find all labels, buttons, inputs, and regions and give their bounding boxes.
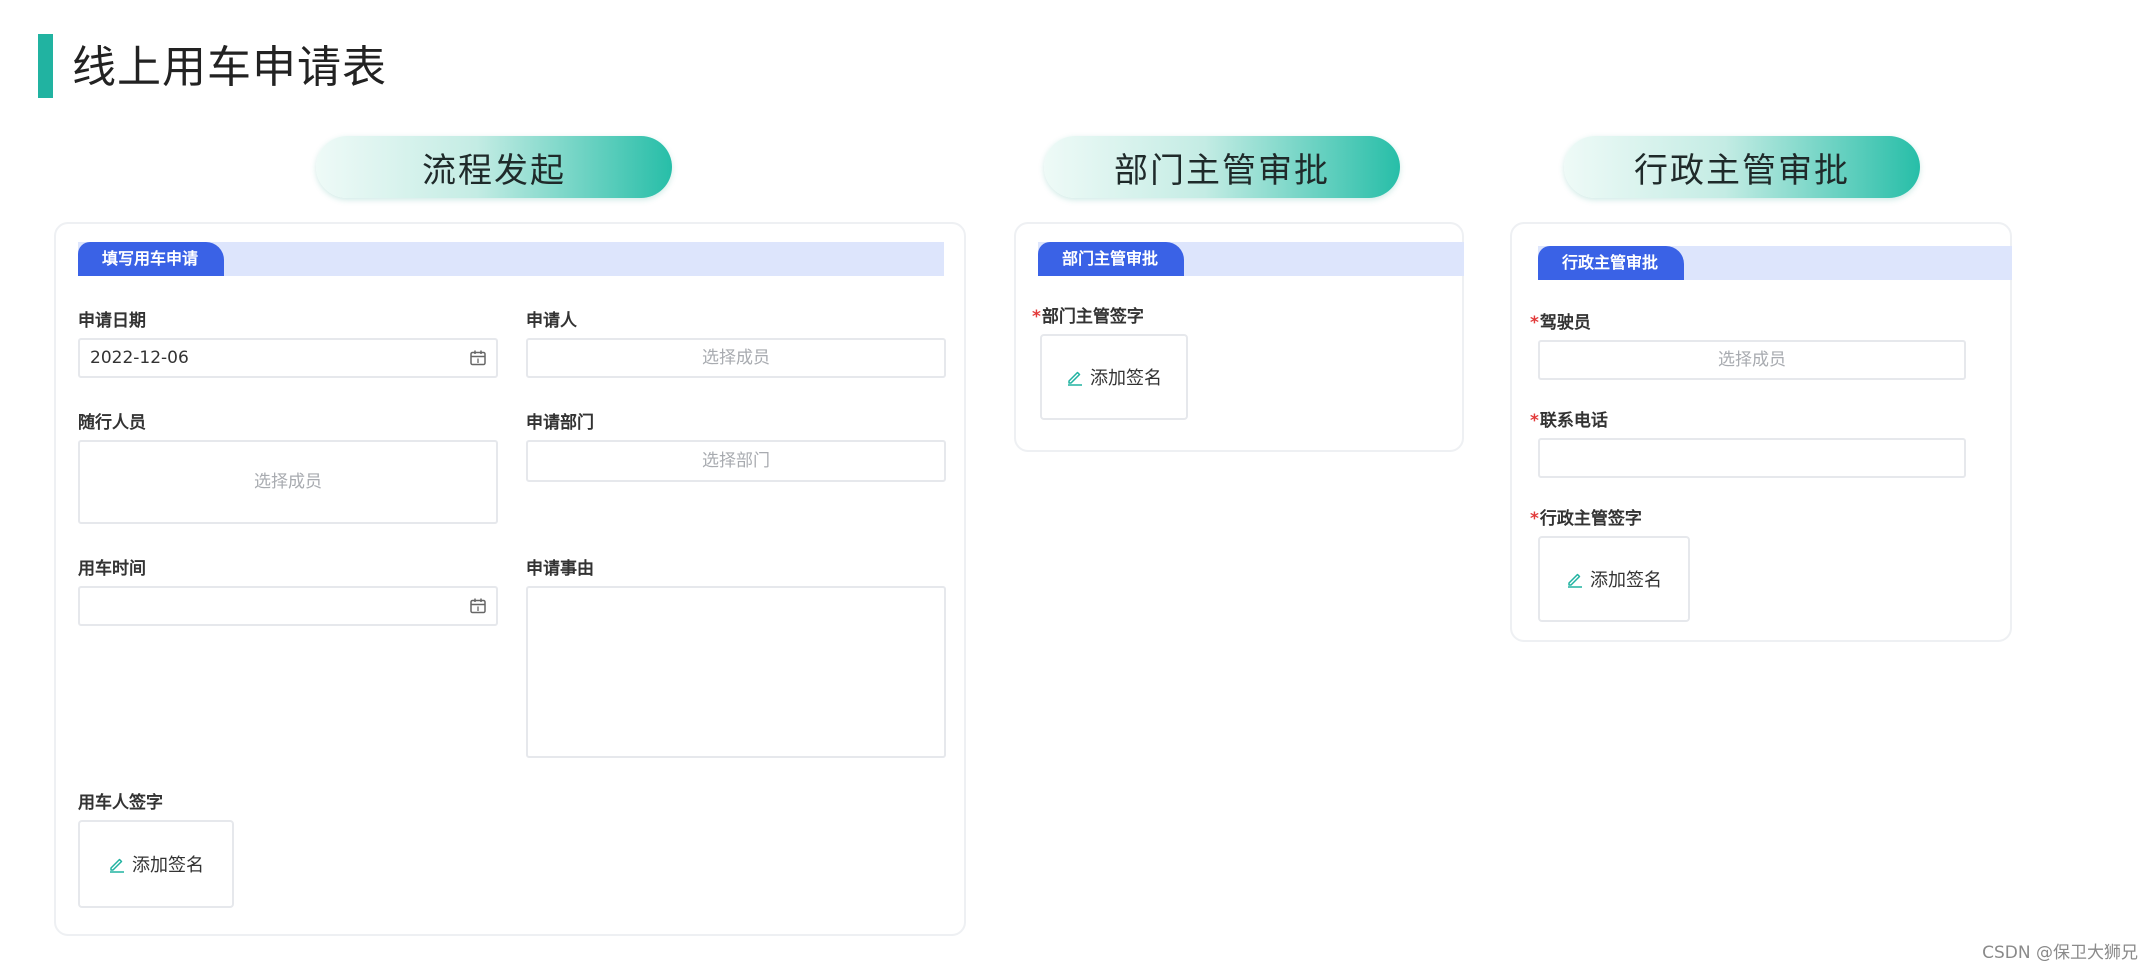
section-header: 部门主管审批 <box>1038 242 1464 276</box>
calendar-icon[interactable] <box>469 349 487 367</box>
driver-signature-label: 用车人签字 <box>78 793 163 813</box>
department-label: 申请部门 <box>526 413 594 433</box>
pen-icon <box>110 858 124 873</box>
title-accent-bar <box>38 34 53 98</box>
reason-label: 申请事由 <box>526 559 594 579</box>
pen-icon <box>1068 371 1082 386</box>
applicant-field[interactable]: 选择成员 <box>526 338 946 378</box>
phone-label: *联系电话 <box>1530 410 1608 432</box>
required-mark: * <box>1530 313 1539 333</box>
section-tag: 行政主管审批 <box>1538 246 1685 280</box>
companions-field[interactable]: 选择成员 <box>78 440 498 524</box>
driver-label-text: 驾驶员 <box>1539 313 1591 333</box>
add-signature-label: 添加签名 <box>1090 368 1162 389</box>
page-title: 线上用车申请表 <box>72 42 387 93</box>
section-tag: 填写用车申请 <box>78 242 225 276</box>
apply-date-value: 2022-12-06 <box>90 348 189 368</box>
dept-signature-label: *部门主管签字 <box>1032 306 1144 328</box>
department-field[interactable]: 选择部门 <box>526 440 946 482</box>
admin-approval-card: 行政主管审批 *驾驶员 选择成员 *联系电话 *行政主管签字 添加签名 <box>1510 222 2012 642</box>
required-mark: * <box>1530 509 1539 529</box>
add-signature-button[interactable]: 添加签名 <box>78 820 234 908</box>
apply-date-field[interactable]: 2022-12-06 <box>78 338 498 378</box>
department-placeholder: 选择部门 <box>702 451 770 471</box>
applicant-placeholder: 选择成员 <box>702 348 770 368</box>
dept-signature-label-text: 部门主管签字 <box>1041 307 1144 327</box>
admin-signature-label-text: 行政主管签字 <box>1539 509 1642 529</box>
add-signature-label: 添加签名 <box>132 855 204 876</box>
use-time-label: 用车时间 <box>78 559 146 579</box>
application-form-card: 填写用车申请 申请日期 2022-12-06 申请人 选择成员 随行人员 选择成… <box>54 222 966 936</box>
admin-signature-label: *行政主管签字 <box>1530 508 1642 530</box>
add-signature-button[interactable]: 添加签名 <box>1040 334 1188 420</box>
companions-label: 随行人员 <box>78 413 146 433</box>
apply-date-label: 申请日期 <box>78 311 146 331</box>
use-time-field[interactable] <box>78 586 498 626</box>
watermark: CSDN @保卫大狮兄 <box>1982 943 2138 963</box>
reason-textarea[interactable] <box>526 586 946 758</box>
step-pill-initiate: 流程发起 <box>316 136 672 198</box>
section-header: 填写用车申请 <box>78 242 944 276</box>
driver-label: *驾驶员 <box>1530 312 1591 334</box>
phone-field[interactable] <box>1538 438 1966 478</box>
phone-label-text: 联系电话 <box>1539 411 1608 431</box>
applicant-label: 申请人 <box>526 311 577 331</box>
add-signature-button[interactable]: 添加签名 <box>1538 536 1690 622</box>
step-pill-admin-approval: 行政主管审批 <box>1564 136 1920 198</box>
driver-placeholder: 选择成员 <box>1718 350 1786 370</box>
pen-icon <box>1568 573 1582 588</box>
section-tag: 部门主管审批 <box>1038 242 1185 276</box>
companions-placeholder: 选择成员 <box>254 472 322 492</box>
step-pill-dept-approval: 部门主管审批 <box>1044 136 1400 198</box>
calendar-icon[interactable] <box>469 597 487 615</box>
required-mark: * <box>1530 411 1539 431</box>
required-mark: * <box>1032 307 1041 327</box>
dept-approval-card: 部门主管审批 *部门主管签字 添加签名 <box>1014 222 1464 452</box>
section-header: 行政主管审批 <box>1538 246 2012 280</box>
add-signature-label: 添加签名 <box>1590 570 1662 591</box>
driver-field[interactable]: 选择成员 <box>1538 340 1966 380</box>
